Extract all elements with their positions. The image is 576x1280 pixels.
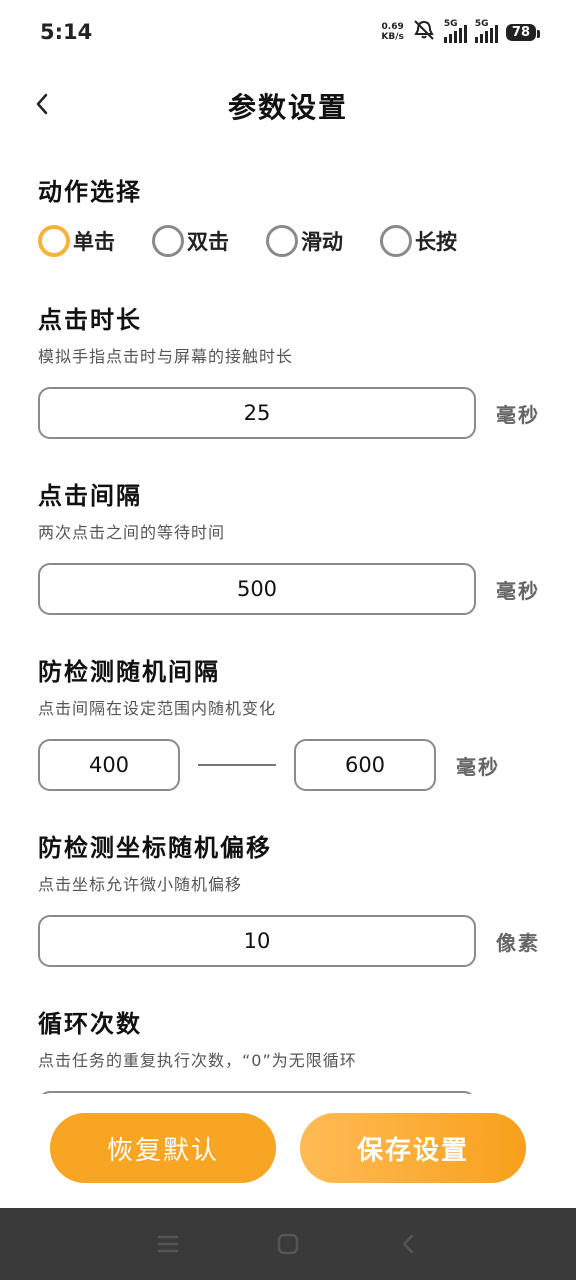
home-square-icon: [277, 1233, 299, 1255]
back-arrow-icon: [402, 1234, 414, 1254]
loop-count-title: 循环次数: [38, 1010, 142, 1038]
settings-scroll-area[interactable]: 动作选择 单击 双击 滑动 长按 点击时长 模拟手指点击时与屏幕的接触时长 25…: [0, 150, 576, 1094]
radio-double-click[interactable]: 双击: [152, 225, 266, 257]
click-interval-title: 点击间隔: [38, 482, 142, 510]
random-interval-unit: 毫秒: [456, 754, 500, 779]
page-header: 参数设置: [0, 70, 576, 140]
signal-sim1-icon: 5G: [443, 19, 467, 43]
click-duration-desc: 模拟手指点击时与屏幕的接触时长: [38, 347, 294, 366]
random-interval-min-input[interactable]: 400: [38, 739, 180, 791]
random-offset-input[interactable]: 10: [38, 915, 476, 967]
battery-icon: 78: [505, 23, 541, 41]
click-duration-input[interactable]: 25: [38, 387, 476, 439]
random-interval-desc: 点击间隔在设定范围内随机变化: [38, 699, 277, 718]
system-navigation-bar: [0, 1208, 576, 1280]
radio-label: 单击: [73, 230, 115, 254]
status-time: 5:14: [40, 20, 93, 44]
action-title: 动作选择: [38, 178, 142, 206]
radio-long-press[interactable]: 长按: [380, 225, 494, 257]
loop-count-input[interactable]: [38, 1091, 476, 1094]
radio-unchecked-icon: [152, 225, 184, 257]
network-speed-value: 0.69: [381, 22, 404, 32]
sim2-network-tag: 5G: [474, 19, 489, 29]
random-offset-section: 防检测坐标随机偏移 点击坐标允许微小随机偏移 10 像素: [38, 828, 548, 967]
radio-swipe[interactable]: 滑动: [266, 225, 380, 257]
random-offset-unit: 像素: [496, 930, 540, 955]
status-icons: 0.69 KB/s 5G 5G 78: [381, 19, 541, 45]
click-duration-title: 点击时长: [38, 306, 142, 334]
click-interval-desc: 两次点击之间的等待时间: [38, 523, 226, 542]
radio-checked-icon: [38, 225, 70, 257]
click-duration-unit: 毫秒: [496, 402, 540, 427]
click-interval-section: 点击间隔 两次点击之间的等待时间 500 毫秒: [38, 476, 548, 615]
radio-unchecked-icon: [380, 225, 412, 257]
loop-count-desc: 点击任务的重复执行次数，“0”为无限循环: [38, 1051, 357, 1070]
page-title: 参数设置: [227, 91, 348, 124]
nav-back-button[interactable]: [393, 1229, 423, 1259]
range-dash-divider: [198, 764, 276, 766]
sim1-network-tag: 5G: [443, 19, 458, 29]
menu-icon: [158, 1235, 178, 1253]
random-interval-section: 防检测随机间隔 点击间隔在设定范围内随机变化 400 600 毫秒: [38, 652, 548, 791]
click-interval-unit: 毫秒: [496, 578, 540, 603]
random-interval-title: 防检测随机间隔: [38, 658, 220, 686]
random-offset-title: 防检测坐标随机偏移: [38, 834, 272, 862]
mute-icon: [412, 19, 436, 45]
radio-unchecked-icon: [266, 225, 298, 257]
radio-label: 滑动: [301, 230, 343, 254]
reset-default-button[interactable]: 恢复默认: [50, 1113, 276, 1183]
network-speed: 0.69 KB/s: [381, 22, 403, 42]
nav-home-button[interactable]: [273, 1229, 303, 1259]
loop-count-section: 循环次数 点击任务的重复执行次数，“0”为无限循环: [38, 1004, 548, 1094]
click-interval-input[interactable]: 500: [38, 563, 476, 615]
action-radio-group: 单击 双击 滑动 长按: [38, 225, 548, 257]
network-speed-unit: KB/s: [381, 32, 404, 42]
random-offset-desc: 点击坐标允许微小随机偏移: [38, 875, 243, 894]
radio-label: 长按: [415, 230, 457, 254]
click-duration-section: 点击时长 模拟手指点击时与屏幕的接触时长 25 毫秒: [38, 300, 548, 439]
action-section: 动作选择 单击 双击 滑动 长按: [38, 172, 548, 257]
radio-single-click[interactable]: 单击: [38, 225, 152, 257]
signal-sim2-icon: 5G: [474, 19, 498, 43]
radio-label: 双击: [187, 230, 229, 254]
random-interval-max-input[interactable]: 600: [294, 739, 436, 791]
save-settings-button[interactable]: 保存设置: [300, 1113, 526, 1183]
nav-menu-button[interactable]: [153, 1229, 183, 1259]
status-bar: 5:14 0.69 KB/s 5G 5G 78: [0, 0, 576, 64]
